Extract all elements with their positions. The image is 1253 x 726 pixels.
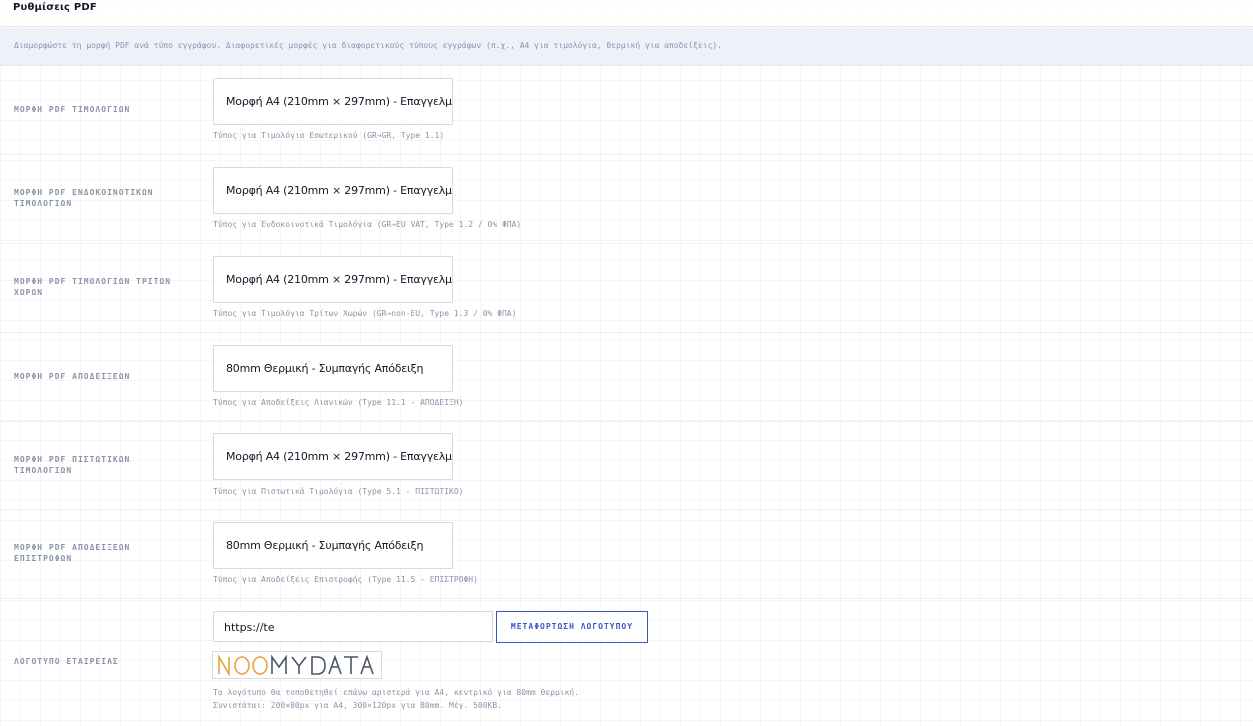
info-banner: Διαμορφώστε τη μορφή PDF ανά τύπο εγγράφ… xyxy=(0,28,1253,66)
upload-logo-button[interactable]: ΜΕΤΑΦΟΡΤΩΣΗ ΛΟΓΟΤΥΠΟΥ xyxy=(496,611,648,643)
select-value: Μορφή Α4 (210mm × 297mm) - Επαγγελματικό xyxy=(226,450,452,463)
row-hint: Τύπος για Αποδείξεις Επιστροφής (Type 11… xyxy=(213,575,478,584)
credit-note-format-select[interactable]: Μορφή Α4 (210mm × 297mm) - Επαγγελματικό xyxy=(213,433,453,480)
row-label: ΜΟΡΦΗ PDF ΑΠΟΔΕΙΞΕΩΝ ΕΠΙΣΤΡΟΦΩΝ xyxy=(14,543,131,563)
settings-row-credit-notes: ΜΟΡΦΗ PDF ΠΙΣΤΩΤΙΚΩΝ ΤΙΜΟΛΟΓΙΩΝ Μορφή Α4… xyxy=(0,422,1253,510)
logo-note-line1: Το λογότυπο θα τοποθετηθεί επάνω αριστερ… xyxy=(213,688,580,697)
row-label: ΜΟΡΦΗ PDF ΑΠΟΔΕΙΞΕΩΝ xyxy=(14,372,131,381)
row-label: ΜΟΡΦΗ PDF ΠΙΣΤΩΤΙΚΩΝ ΤΙΜΟΛΟΓΙΩΝ xyxy=(14,455,131,475)
row-label: ΜΟΡΦΗ PDF ΕΝΔΟΚΟΙΝΟΤΙΚΩΝ ΤΙΜΟΛΟΓΙΩΝ xyxy=(14,188,154,208)
page-header: Ρυθμίσεις PDF xyxy=(0,0,1253,27)
row-hint: Τύπος για Ενδοκοινοτικά Τιμολόγια (GR→EU… xyxy=(213,220,522,229)
invoice-format-select[interactable]: Μορφή Α4 (210mm × 297mm) - Επαγγελματικό xyxy=(213,78,453,125)
select-value: Μορφή Α4 (210mm × 297mm) - Επαγγελματικό xyxy=(226,184,452,197)
page-title: Ρυθμίσεις PDF xyxy=(13,2,97,13)
settings-row-return-receipts: ΜΟΡΦΗ PDF ΑΠΟΔΕΙΞΕΩΝ ΕΠΙΣΤΡΟΦΩΝ 80mm Θερ… xyxy=(0,510,1253,599)
logo-preview xyxy=(212,651,382,679)
select-value: Μορφή Α4 (210mm × 297mm) - Επαγγελματικό xyxy=(226,95,452,108)
logo-url-value: https://te xyxy=(224,621,275,634)
row-label: ΜΟΡΦΗ PDF ΤΙΜΟΛΟΓΙΩΝ xyxy=(14,105,131,114)
row-hint: Τύπος για Τιμολόγια Τρίτων Χωρών (GR→non… xyxy=(213,309,517,318)
return-receipt-format-select[interactable]: 80mm Θερμική - Συμπαγής Απόδειξη xyxy=(213,522,453,569)
logo-url-input[interactable]: https://te xyxy=(213,611,493,642)
row-hint: Τύπος για Πιστωτικά Τιμολόγια (Type 5.1 … xyxy=(213,487,464,496)
settings-row-invoices: ΜΟΡΦΗ PDF ΤΙΜΟΛΟΓΙΩΝ Μορφή Α4 (210mm × 2… xyxy=(0,66,1253,155)
row-label: ΜΟΡΦΗ PDF ΤΙΜΟΛΟΓΙΩΝ ΤΡΙΤΩΝ ΧΩΡΩΝ xyxy=(14,277,172,297)
company-logo xyxy=(218,654,374,677)
logo-note-line2: Συνιστάται: 200×80px για Α4, 300×120px γ… xyxy=(213,701,502,710)
settings-row-third-country: ΜΟΡΦΗ PDF ΤΙΜΟΛΟΓΙΩΝ ΤΡΙΤΩΝ ΧΩΡΩΝ Μορφή … xyxy=(0,244,1253,333)
receipt-format-select[interactable]: 80mm Θερμική - Συμπαγής Απόδειξη xyxy=(213,345,453,392)
select-value: 80mm Θερμική - Συμπαγής Απόδειξη xyxy=(226,539,424,552)
settings-row-receipts: ΜΟΡΦΗ PDF ΑΠΟΔΕΙΞΕΩΝ 80mm Θερμική - Συμπ… xyxy=(0,333,1253,422)
select-value: 80mm Θερμική - Συμπαγής Απόδειξη xyxy=(226,362,424,375)
select-value: Μορφή Α4 (210mm × 297mm) - Επαγγελματικό xyxy=(226,273,452,286)
info-banner-text: Διαμορφώστε τη μορφή PDF ανά τύπο εγγράφ… xyxy=(14,41,723,50)
intra-eu-format-select[interactable]: Μορφή Α4 (210mm × 297mm) - Επαγγελματικό xyxy=(213,167,453,214)
row-hint: Τύπος για Αποδείξεις Λιανικών (Type 11.1… xyxy=(213,398,464,407)
settings-row-intra-eu: ΜΟΡΦΗ PDF ΕΝΔΟΚΟΙΝΟΤΙΚΩΝ ΤΙΜΟΛΟΓΙΩΝ Μορφ… xyxy=(0,155,1253,244)
row-hint: Τύπος για Τιμολόγια Εσωτερικού (GR→GR, T… xyxy=(213,131,445,140)
third-country-format-select[interactable]: Μορφή Α4 (210mm × 297mm) - Επαγγελματικό xyxy=(213,256,453,303)
row-label: ΛΟΓΟΤΥΠΟ ΕΤΑΙΡΕΙΑΣ xyxy=(14,657,119,666)
